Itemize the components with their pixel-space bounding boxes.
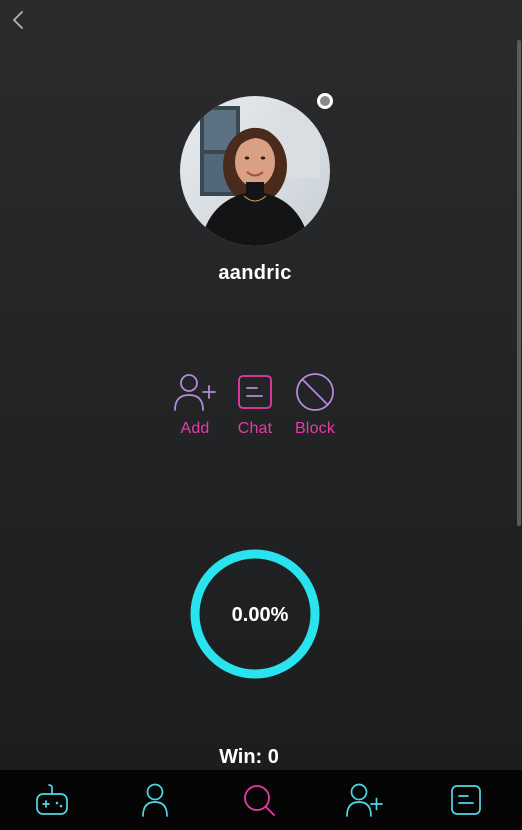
chat-icon [238,375,272,409]
block-button[interactable]: Block [285,372,345,438]
status-indicator [317,93,333,109]
nav-profile[interactable] [137,782,173,818]
win-count: Win: 0 [219,746,279,768]
add-friend-button[interactable]: Add [165,372,225,438]
add-user-icon [174,374,216,411]
bottom-navbar [0,770,522,830]
user-icon [142,783,168,817]
scrollbar[interactable] [517,40,521,526]
win-ratio-text: 0.00% [231,604,289,626]
search-icon [244,785,275,816]
back-button[interactable] [8,9,30,31]
chat-icon [451,785,481,815]
nav-chat[interactable] [448,782,484,818]
nav-game[interactable] [34,782,70,818]
add-label: Add [180,420,210,437]
nav-add-friend[interactable] [346,782,383,818]
chevron-left-icon [13,11,23,29]
gamepad-icon [36,784,68,815]
chat-label: Chat [237,420,273,437]
block-icon [296,373,334,411]
add-user-icon [346,783,383,817]
avatar [180,96,330,246]
username: aandric [218,262,292,284]
profile-avatar-container [180,93,333,246]
nav-search[interactable] [241,782,277,818]
win-ratio-ring: 0.00% [188,547,322,681]
chat-button[interactable]: Chat [225,372,285,438]
block-label: Block [294,420,336,437]
